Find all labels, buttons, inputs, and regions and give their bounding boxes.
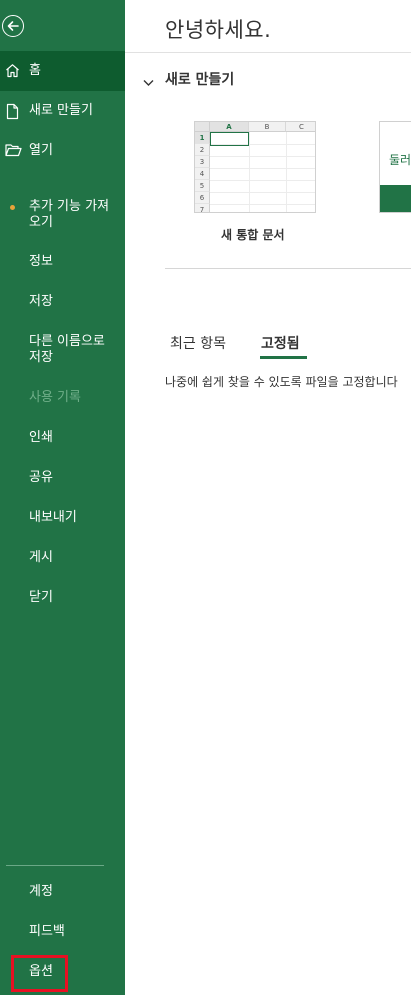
grid-line (249, 132, 250, 212)
sidebar-item-label-line1: 다른 이름으로 (29, 334, 105, 349)
section-divider (165, 268, 411, 269)
sidebar-item-label-line1: 추가 기능 가져 (29, 199, 110, 214)
grid-line (210, 192, 315, 193)
template-label[interactable]: 새 통합 문서 (221, 226, 285, 243)
row-header: 6 (195, 192, 210, 204)
sidebar-item-label: 게시 (29, 550, 53, 565)
grid-line (210, 180, 315, 181)
sheet-corner (195, 122, 210, 132)
page-title: 안녕하세요. (165, 18, 272, 42)
sidebar-item-label: 열기 (29, 143, 53, 158)
row-header: 4 (195, 168, 210, 180)
sidebar-item-label: 계정 (29, 884, 53, 899)
row-header: 2 (195, 144, 210, 156)
grid-line (286, 132, 287, 212)
backstage-main: 안녕하세요. 새로 만들기 A B C 1 2 3 4 5 6 7 새 통합 문… (125, 0, 411, 995)
grid-line (210, 204, 315, 205)
header-divider (125, 52, 411, 53)
back-arrow-icon[interactable] (2, 15, 24, 37)
pinned-empty-message: 나중에 쉽게 찾을 수 있도록 파일을 고정합니다 (165, 375, 398, 389)
grid-line (210, 156, 315, 157)
row-header: 3 (195, 156, 210, 168)
row-header: 7 (195, 204, 210, 212)
row-header: 5 (195, 180, 210, 192)
column-header: C (286, 122, 315, 132)
tour-card-bar (380, 185, 411, 212)
column-header: A (210, 122, 249, 132)
sidebar-item-label: 정보 (29, 254, 53, 269)
sidebar-divider (6, 865, 104, 866)
sidebar-item-label: 새로 만들기 (29, 103, 93, 118)
selected-cell (210, 132, 249, 146)
tab-recent[interactable]: 최근 항목 (170, 333, 226, 353)
row-header: 1 (195, 132, 210, 144)
sidebar-item-label: 사용 기록 (29, 390, 81, 405)
sidebar-item-label: 저장 (29, 294, 53, 309)
blank-workbook-template[interactable]: A B C 1 2 3 4 5 6 7 (194, 121, 316, 213)
tour-card-text: 둘러 (389, 153, 411, 167)
sidebar-item-label: 닫기 (29, 590, 53, 605)
new-document-icon (5, 103, 20, 125)
sidebar-item-label: 인쇄 (29, 430, 53, 445)
new-section-title[interactable]: 새로 만들기 (165, 69, 234, 89)
tour-template-card[interactable]: 둘러 (379, 121, 411, 213)
home-icon (5, 63, 20, 83)
backstage-sidebar: 홈 새로 만들기 열기 추가 기능 가져 오기 정보 저장 다른 이름으로 저장… (0, 0, 125, 995)
tab-selected-underline (260, 356, 307, 359)
options-highlight-box (11, 955, 68, 992)
notification-dot (10, 205, 15, 210)
folder-open-icon (5, 143, 22, 162)
sidebar-item-label: 피드백 (29, 924, 65, 939)
tab-pinned[interactable]: 고정됨 (261, 333, 300, 353)
column-header: B (249, 122, 286, 132)
sidebar-item-label: 내보내기 (29, 510, 77, 525)
chevron-down-icon[interactable] (143, 72, 154, 91)
sidebar-item-label: 공유 (29, 470, 53, 485)
sidebar-item-label-line2: 저장 (29, 350, 53, 365)
sidebar-item-label: 홈 (29, 63, 41, 78)
grid-line (210, 168, 315, 169)
sidebar-item-label-line2: 오기 (29, 215, 53, 230)
